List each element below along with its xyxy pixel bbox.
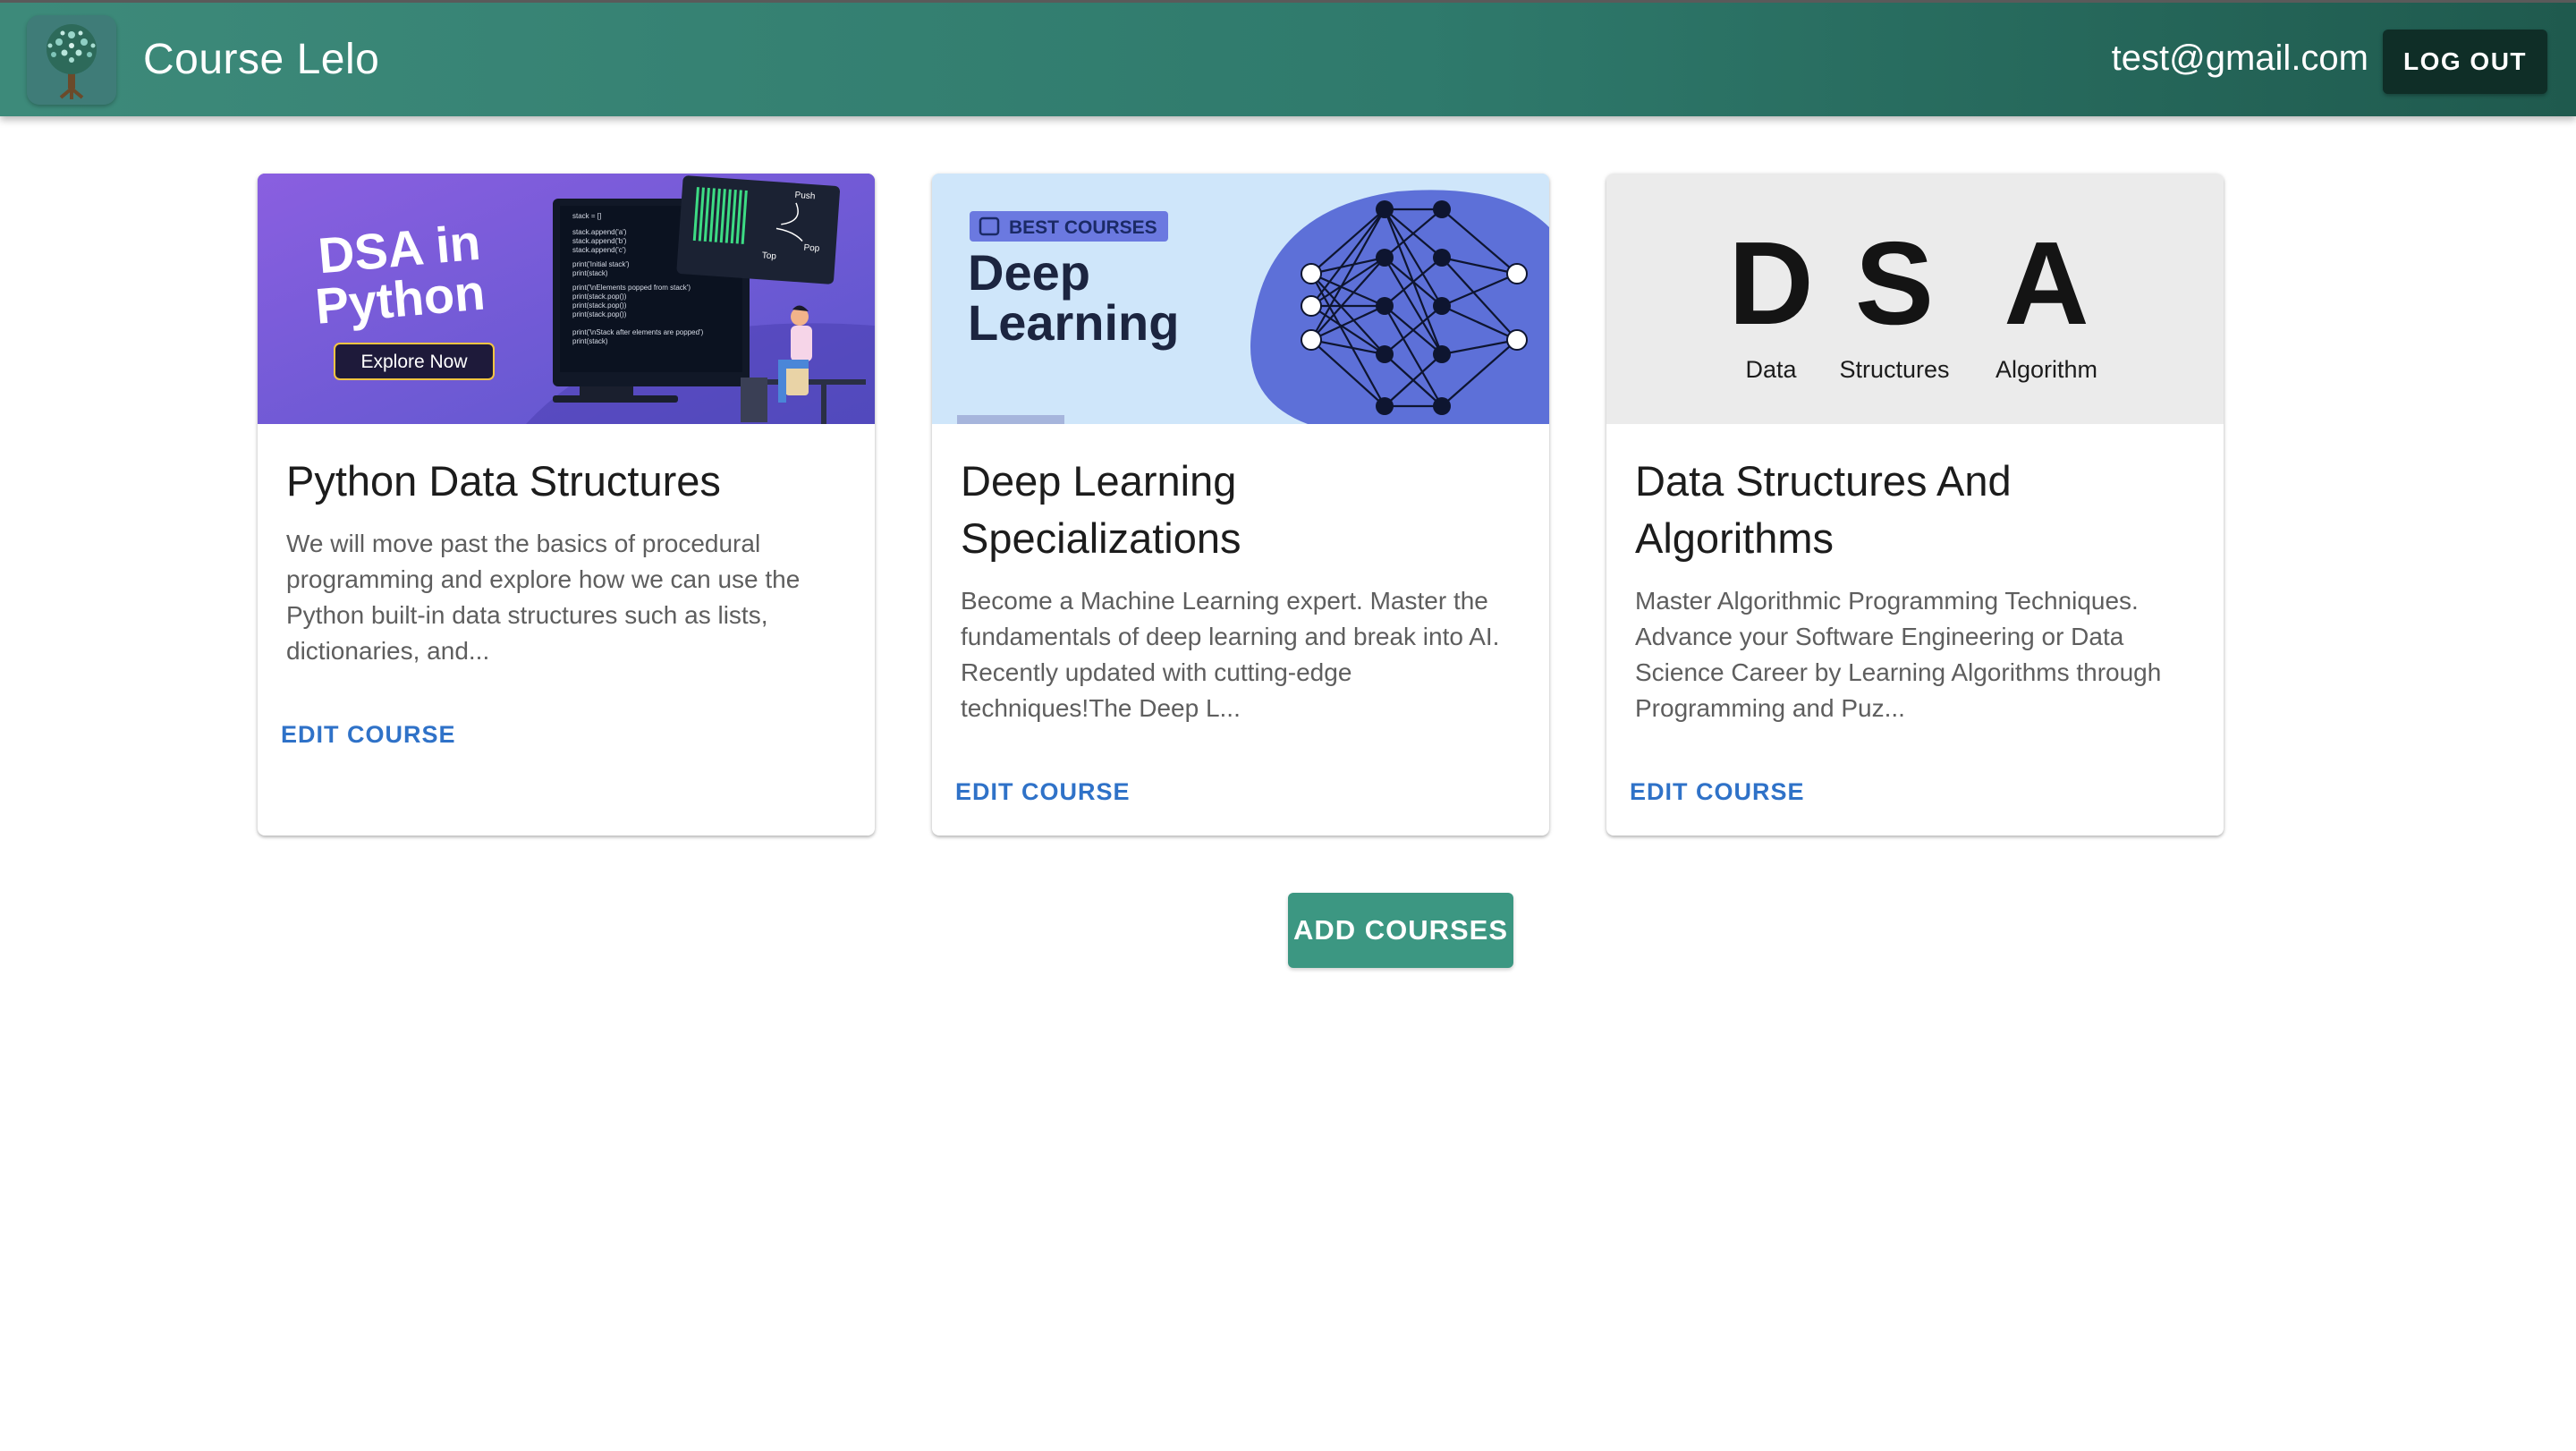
svg-text:stack.append('a'): stack.append('a') (572, 228, 627, 236)
pop-label: Pop (803, 243, 820, 254)
course-title: Data Structures And Algorithms (1635, 457, 2012, 562)
course-title: Deep Learning Specializations (961, 457, 1241, 562)
svg-text:print('\nElements popped from: print('\nElements popped from stack') (572, 284, 691, 292)
explore-now-label: Explore Now (360, 352, 468, 372)
add-courses-button[interactable]: ADD COURSES (1288, 893, 1513, 968)
letter-a: A (2004, 217, 2089, 349)
course-image: stack = [] stack.append('a') stack.appen… (258, 174, 875, 424)
svg-text:print(stack.pop()): print(stack.pop()) (572, 310, 627, 318)
course-description: We will move past the basics of procedur… (286, 530, 801, 665)
app-bar: Course Lelo test@gmail.com LOG OUT (0, 0, 2576, 116)
tree-logo-icon[interactable] (27, 15, 116, 105)
push-label: Push (794, 191, 816, 202)
svg-text:stack.append('b'): stack.append('b') (572, 237, 627, 245)
user-email: test@gmail.com (2111, 38, 2368, 78)
edit-course-button[interactable]: EDIT COURSE (955, 778, 1131, 806)
word-algorithm: Algorithm (1996, 356, 2097, 383)
svg-text:print(stack.pop()): print(stack.pop()) (572, 301, 627, 310)
svg-text:print(stack): print(stack) (572, 269, 608, 277)
svg-text:stack = []: stack = [] (572, 212, 601, 220)
svg-text:print(stack.pop()): print(stack.pop()) (572, 293, 627, 301)
svg-text:print(stack): print(stack) (572, 337, 608, 345)
svg-text:stack.append('c'): stack.append('c') (572, 246, 626, 254)
word-structures: Structures (1839, 356, 1949, 383)
app-title[interactable]: Course Lelo (143, 35, 379, 84)
letter-s: S (1855, 217, 1934, 349)
best-courses-badge: BEST COURSES (1009, 217, 1157, 238)
course-title: Python Data Structures (286, 457, 721, 505)
logout-button[interactable]: LOG OUT (2383, 30, 2547, 94)
course-image: BEST COURSES Deep Learning (932, 174, 1549, 424)
svg-text:print('Initial stack'): print('Initial stack') (572, 260, 630, 268)
edit-course-button[interactable]: EDIT COURSE (281, 721, 456, 749)
edit-course-button[interactable]: EDIT COURSE (1630, 778, 1805, 806)
letter-d: D (1728, 217, 1813, 349)
course-description: Become a Machine Learning expert. Master… (961, 587, 1500, 722)
course-card: stack = [] stack.append('a') stack.appen… (258, 174, 875, 836)
top-label: Top (761, 250, 776, 261)
image-headline-1: Deep (968, 244, 1090, 301)
course-card: D S A Data Structures Algorithm Data Str… (1606, 174, 2224, 836)
word-data: Data (1745, 356, 1797, 383)
course-card: BEST COURSES Deep Learning Deep Learning… (932, 174, 1549, 836)
course-image: D S A Data Structures Algorithm (1606, 174, 2224, 424)
course-description: Master Algorithmic Programming Technique… (1635, 587, 2162, 722)
image-headline-2: Learning (968, 294, 1179, 351)
svg-text:print('\nStack after elements: print('\nStack after elements are popped… (572, 328, 704, 336)
